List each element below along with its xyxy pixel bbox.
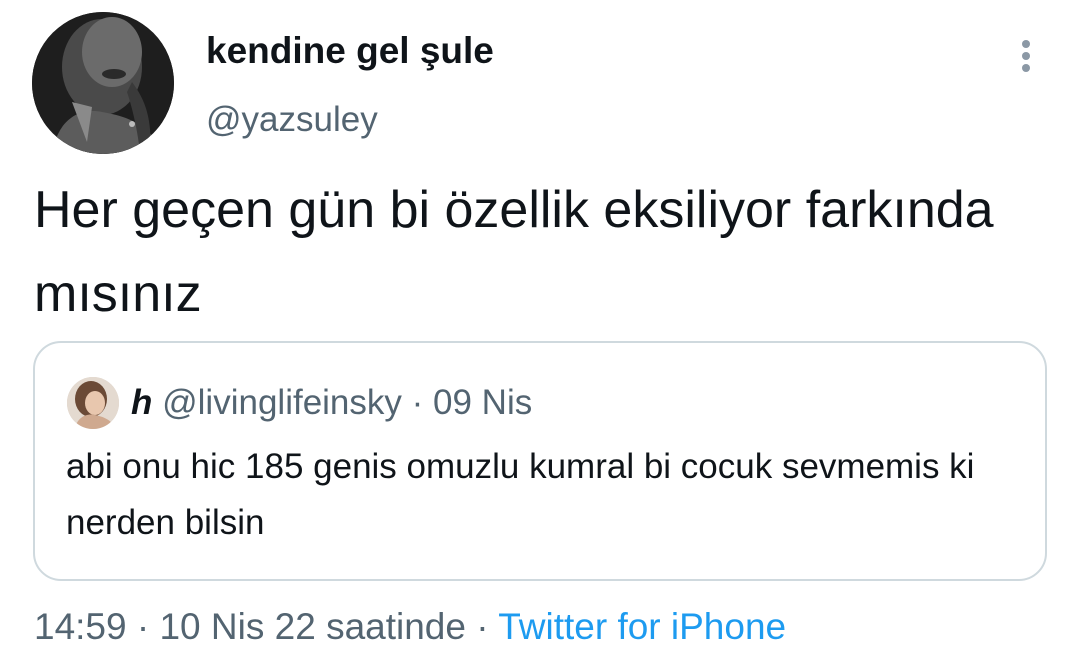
quoted-tweet-card[interactable]: h @livinglifeinsky · 09 Nis abi onu hic … [33, 341, 1047, 581]
quote-header: h @livinglifeinsky · 09 Nis [131, 377, 532, 429]
author-avatar[interactable] [32, 12, 174, 154]
tweet-meta: 14:59 · 10 Nis 22 saatinde · Twitter for… [34, 601, 786, 653]
tweet-source-link[interactable]: Twitter for iPhone [498, 606, 786, 647]
more-vertical-icon[interactable] [1014, 36, 1038, 76]
meta-separator: · [476, 606, 489, 647]
quote-author-name[interactable]: h [131, 383, 152, 422]
quote-text: abi onu hic 185 genis omuzlu kumral bi c… [66, 447, 975, 542]
tweet-date[interactable]: 10 Nis 22 saatinde [159, 606, 465, 647]
quote-author-handle[interactable]: @livinglifeinsky [162, 383, 402, 422]
quote-date[interactable]: 09 Nis [433, 383, 532, 422]
author-handle[interactable]: @yazsuley [206, 100, 378, 140]
quote-avatar[interactable] [67, 377, 119, 429]
meta-separator: · [136, 606, 150, 647]
quote-separator: · [411, 383, 424, 422]
tweet-time[interactable]: 14:59 [34, 606, 127, 647]
author-display-name[interactable]: kendine gel şule [206, 30, 494, 72]
tweet-text: Her geçen gün bi özellik eksiliyor farkı… [34, 181, 994, 323]
